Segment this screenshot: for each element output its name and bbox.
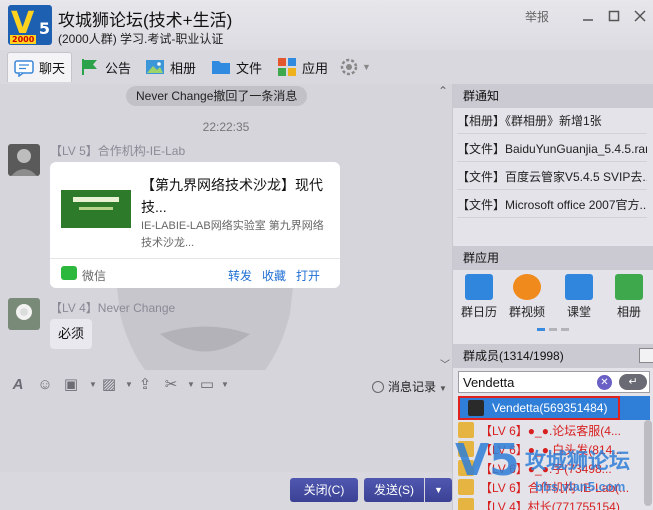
calendar-icon [465,274,493,300]
more-icon[interactable]: ▭ [198,376,216,394]
chat-messages[interactable]: Never Change撤回了一条消息 ⌃ 22:22:35 【LV 5】合作机… [0,84,452,370]
title-bar: V 5 2000 攻城狮论坛(技术+生活) (2000人群) 学习.考试-职业认… [0,0,653,50]
tab-announcement[interactable]: 公告 [80,52,131,82]
apps-header: 群应用 [453,246,653,270]
group-description: (2000人群) 学习.考试-职业认证 [58,32,224,46]
search-result-label: Vendetta(569351484) [492,401,608,415]
app-label: 群日历 [460,305,497,319]
card-thumbnail [61,190,131,228]
message-sender[interactable]: 【LV 5】合作机构-IE-Lab [50,142,185,159]
chevron-down-icon[interactable]: ﹀ [440,356,450,370]
app-video[interactable]: 群视频 [505,274,549,320]
scissors-icon[interactable]: ✂ [162,376,180,394]
wechat-icon [61,266,77,280]
apps-pager[interactable] [537,328,571,331]
message-bubble[interactable]: 必须 [50,319,93,349]
member-search-input[interactable] [463,374,593,390]
chat-icon [14,59,34,77]
app-classroom[interactable]: 课堂 [557,274,601,320]
tab-album[interactable]: 相册 [145,52,196,82]
search-icon[interactable] [639,348,653,363]
report-button[interactable]: 举报 [525,8,549,25]
app-label: 课堂 [566,305,591,319]
avatar[interactable] [8,298,40,330]
card-source: 微信 [82,269,107,283]
members-header: 群成员(1314/1998) [453,344,653,368]
chevron-down-icon: ▼ [439,384,447,393]
tab-more[interactable]: ▼ [340,52,371,82]
message-timestamp: 22:22:35 [202,120,250,134]
notice-item[interactable]: 【相册】《群相册》新增1张 [457,108,647,134]
photo-icon [615,274,643,300]
chevron-up-icon[interactable]: ⌃ [438,84,448,98]
video-icon [513,274,541,300]
favorite-link[interactable]: 收藏 [262,267,286,284]
close-button[interactable]: 关闭(C) [290,478,358,502]
folder-icon [212,61,230,74]
avatar[interactable] [8,144,40,176]
enter-icon[interactable]: ↵ [619,374,647,390]
watermark-url: bbs.vlan5.com [535,479,626,494]
emoji-icon[interactable]: ☺ [36,376,54,394]
tab-chat[interactable]: 聊天 [7,52,73,82]
search-result-item[interactable]: Vendetta(569351484) [458,396,650,420]
member-search-field[interactable]: ✕ ↵ [458,371,650,393]
tab-chat-label: 聊天 [39,61,66,76]
history-label: 消息记录 [388,380,437,394]
chevron-down-icon: ▼ [362,62,371,72]
notice-item[interactable]: 【文件】BaiduYunGuanjia_5.4.5.rar [457,136,647,162]
tab-files[interactable]: 文件 [211,52,262,82]
apps-icon [278,58,296,76]
watermark-brand: 攻城狮论坛 [525,450,630,473]
notice-item[interactable]: 【文件】百度云管家V5.4.5 SVIP去... [457,164,647,190]
input-toolbar: A ☺ ▣ ▼ ▨ ▼ ⇪ ✂ ▼ ▭ ▼ 消息记录 ▼ [0,370,452,402]
open-link[interactable]: 打开 [296,267,320,284]
tab-apps[interactable]: 应用 [277,52,328,82]
tab-bar: 聊天 公告 相册 文件 应用 ▼ [0,52,653,84]
message-sender[interactable]: 【LV 4】Never Change [50,299,175,316]
app-label: 群视频 [508,305,545,319]
logo-year: 2000 [10,35,37,44]
gif-icon[interactable]: ▣ [62,376,80,394]
photo-icon [146,60,164,74]
message-input[interactable] [0,402,452,472]
settings-icon [340,58,358,76]
flag-icon [82,59,97,75]
tab-apps-label: 应用 [302,60,329,76]
share-card[interactable]: 【第九界网络技术沙龙】现代技... IE-LABIE-LAB网络实验室 第九界网… [50,162,340,288]
card-title: 【第九界网络技术沙龙】现代技... [141,177,323,215]
clock-icon [372,381,384,393]
send-options-dropdown[interactable]: ▼ [425,478,452,502]
graduation-cap-icon [565,274,593,300]
app-label: 相册 [616,305,641,319]
message-history-button[interactable]: 消息记录 ▼ [372,378,447,395]
recall-notice: Never Change撤回了一条消息 [126,86,308,106]
chevron-down-icon[interactable]: ▼ [216,376,234,394]
maximize-icon[interactable] [601,2,627,30]
card-subtitle: IE-LABIE-LAB网络实验室 第九界网络技术沙龙... [141,220,324,249]
tab-album-label: 相册 [170,60,197,76]
logo-number: 5 [38,19,50,38]
send-button[interactable]: 发送(S) [364,478,424,502]
card-footer: 微信 转发 收藏 打开 [50,258,340,288]
image-icon[interactable]: ▨ [100,376,118,394]
tab-announcement-label: 公告 [105,60,132,76]
close-icon[interactable] [627,2,653,30]
group-logo[interactable]: V 5 2000 [8,5,52,45]
qq-group-window: V 5 2000 攻城狮论坛(技术+生活) (2000人群) 学习.考试-职业认… [0,0,653,510]
group-name[interactable]: 攻城狮论坛(技术+生活) [58,6,232,31]
clear-search-icon[interactable]: ✕ [597,375,612,390]
site-watermark: V5 攻城狮论坛 bbs.vlan5.com [455,435,653,510]
notice-item[interactable]: 【文件】Microsoft office 2007官方... [457,192,647,218]
upload-icon[interactable]: ⇪ [136,376,154,394]
avatar [468,400,484,416]
tab-files-label: 文件 [236,60,263,76]
app-album[interactable]: 相册 [607,274,651,320]
notice-header: 群通知 [453,84,653,108]
app-calendar[interactable]: 群日历 [457,274,501,320]
font-icon[interactable]: A [9,376,27,394]
forward-link[interactable]: 转发 [228,267,252,284]
minimize-icon[interactable] [575,2,601,30]
watermark-logo: V5 [455,435,520,486]
